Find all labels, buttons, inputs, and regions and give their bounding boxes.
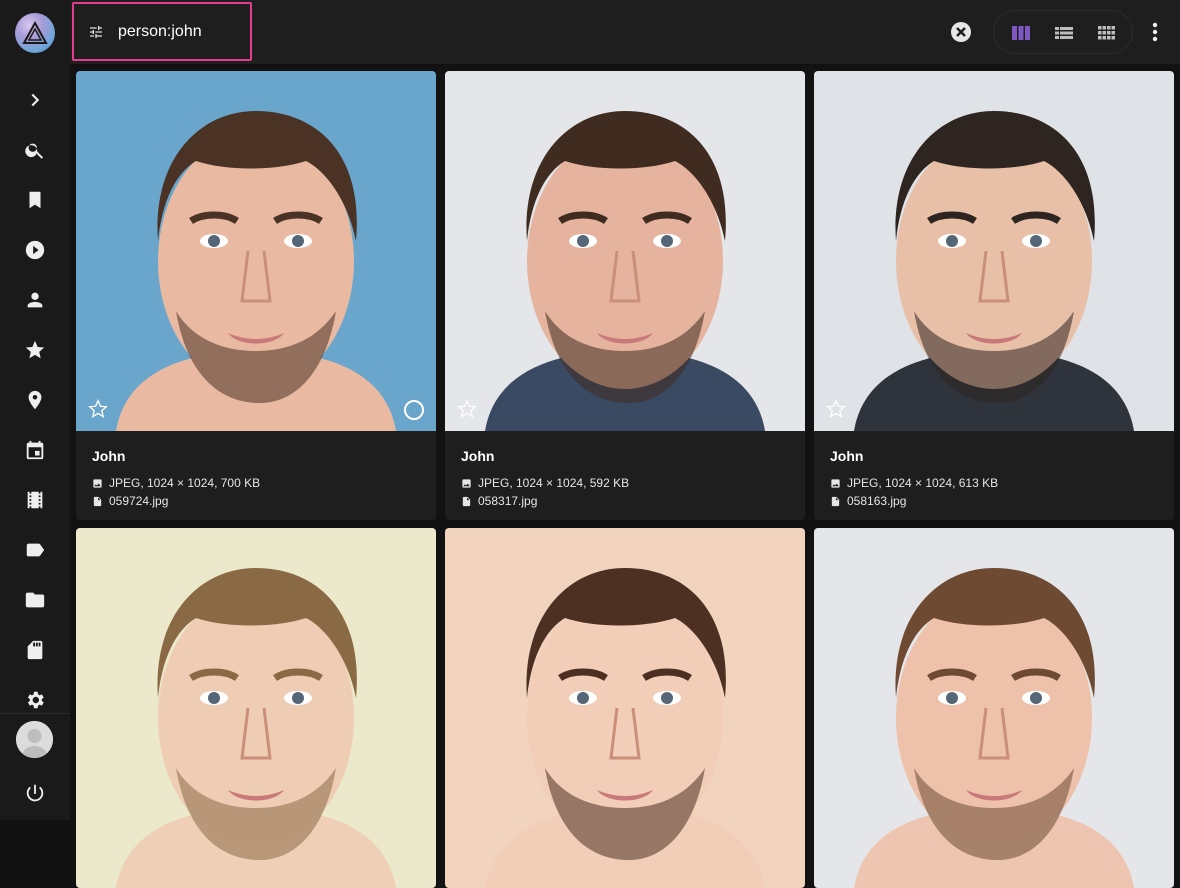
filter-sliders-icon[interactable] (88, 22, 104, 42)
chevron-right-icon (31, 93, 40, 107)
location-pin-icon (28, 390, 42, 410)
photo-details-text: JPEG, 1024 × 1024, 700 KB (109, 476, 261, 490)
clear-search-button[interactable] (951, 22, 971, 42)
photo-thumbnail[interactable] (814, 71, 1174, 431)
sidebar-item-settings[interactable] (0, 675, 70, 725)
sidebar (0, 0, 70, 820)
sidebar-item-library[interactable] (0, 625, 70, 675)
search-icon (25, 143, 44, 159)
photo-filename: 058317.jpg (478, 494, 538, 508)
portrait-image (445, 528, 805, 888)
portrait-image (814, 528, 1174, 888)
photo-file: 058317.jpg (461, 492, 789, 510)
photo-card[interactable] (76, 528, 436, 888)
photo-card[interactable] (445, 528, 805, 888)
close-icon (956, 27, 966, 37)
view-toggle-group (993, 10, 1133, 54)
photo-details: JPEG, 1024 × 1024, 700 KB (92, 474, 420, 492)
bookmark-icon (29, 191, 41, 209)
sidebar-divider (0, 713, 70, 714)
more-vertical-icon (1152, 22, 1158, 42)
cards-view-icon[interactable] (1011, 23, 1031, 43)
sidebar-item-logout[interactable] (0, 768, 70, 818)
top-toolbar (70, 0, 1180, 65)
file-icon (831, 496, 840, 506)
label-icon (26, 543, 45, 557)
photo-title: John (461, 448, 495, 464)
app-logo[interactable] (15, 13, 55, 53)
user-avatar-icon (16, 721, 53, 758)
avatar[interactable] (16, 721, 53, 758)
calendar-icon (26, 440, 44, 460)
sidebar-item-albums[interactable] (0, 175, 70, 225)
portrait-image (76, 71, 436, 431)
file-icon (93, 496, 102, 506)
logo-triangle-icon (22, 21, 48, 44)
sidebar-item-labels[interactable] (0, 525, 70, 575)
photo-card[interactable]: John JPEG, 1024 × 1024, 592 KB 058317.jp… (445, 71, 805, 520)
photo-thumbnail[interactable] (76, 528, 436, 888)
photo-info: John JPEG, 1024 × 1024, 613 KB 058163.jp… (814, 431, 1174, 520)
photo-details: JPEG, 1024 × 1024, 613 KB (830, 474, 1158, 492)
photo-card[interactable] (814, 528, 1174, 888)
sidebar-item-folders[interactable] (0, 575, 70, 625)
sidebar-item-videos[interactable] (0, 225, 70, 275)
select-circle-icon[interactable] (404, 400, 424, 420)
photo-file: 058163.jpg (830, 492, 1158, 510)
portrait-image (76, 528, 436, 888)
photo-details-text: JPEG, 1024 × 1024, 592 KB (478, 476, 630, 490)
sidebar-item-favorites[interactable] (0, 325, 70, 375)
photo-card[interactable]: John JPEG, 1024 × 1024, 613 KB 058163.jp… (814, 71, 1174, 520)
gear-icon (27, 691, 44, 709)
play-circle-icon (25, 240, 45, 260)
portrait-image (814, 71, 1174, 431)
photo-title: John (830, 448, 864, 464)
more-options-button[interactable] (1146, 20, 1164, 44)
photo-title: John (92, 448, 126, 464)
favorite-star-icon[interactable] (88, 399, 108, 419)
photo-filename: 058163.jpg (847, 494, 907, 508)
search-bar (72, 2, 252, 61)
photo-details: JPEG, 1024 × 1024, 592 KB (461, 474, 789, 492)
power-icon (26, 784, 44, 802)
photo-thumbnail[interactable] (445, 71, 805, 431)
photo-info: John JPEG, 1024 × 1024, 700 KB 059724.jp… (76, 431, 436, 520)
sidebar-item-places[interactable] (0, 375, 70, 425)
photo-card[interactable]: John JPEG, 1024 × 1024, 700 KB 059724.jp… (76, 71, 436, 520)
folder-icon (25, 592, 45, 608)
sidebar-item-calendar[interactable] (0, 425, 70, 475)
photo-thumbnail[interactable] (814, 528, 1174, 888)
person-icon (27, 292, 43, 308)
search-input[interactable] (116, 21, 250, 42)
sidebar-item-search[interactable] (0, 125, 70, 175)
file-icon (462, 496, 471, 506)
photo-details-text: JPEG, 1024 × 1024, 613 KB (847, 476, 999, 490)
image-icon (462, 478, 471, 488)
sd-card-icon (27, 640, 43, 660)
mosaic-view-icon[interactable] (1097, 23, 1117, 43)
photo-file: 059724.jpg (92, 492, 420, 510)
photo-info: John JPEG, 1024 × 1024, 592 KB 058317.jp… (445, 431, 805, 520)
photo-thumbnail[interactable] (445, 528, 805, 888)
list-view-icon[interactable] (1054, 23, 1074, 43)
image-icon (831, 478, 840, 488)
photo-filename: 059724.jpg (109, 494, 169, 508)
sidebar-item-moments[interactable] (0, 475, 70, 525)
favorite-star-icon[interactable] (457, 399, 477, 419)
photo-thumbnail[interactable] (76, 71, 436, 431)
sidebar-item-expand[interactable] (0, 75, 70, 125)
star-icon (25, 340, 45, 359)
portrait-image (445, 71, 805, 431)
image-icon (93, 478, 102, 488)
film-icon (27, 491, 43, 509)
favorite-star-icon[interactable] (826, 399, 846, 419)
sidebar-item-people[interactable] (0, 275, 70, 325)
